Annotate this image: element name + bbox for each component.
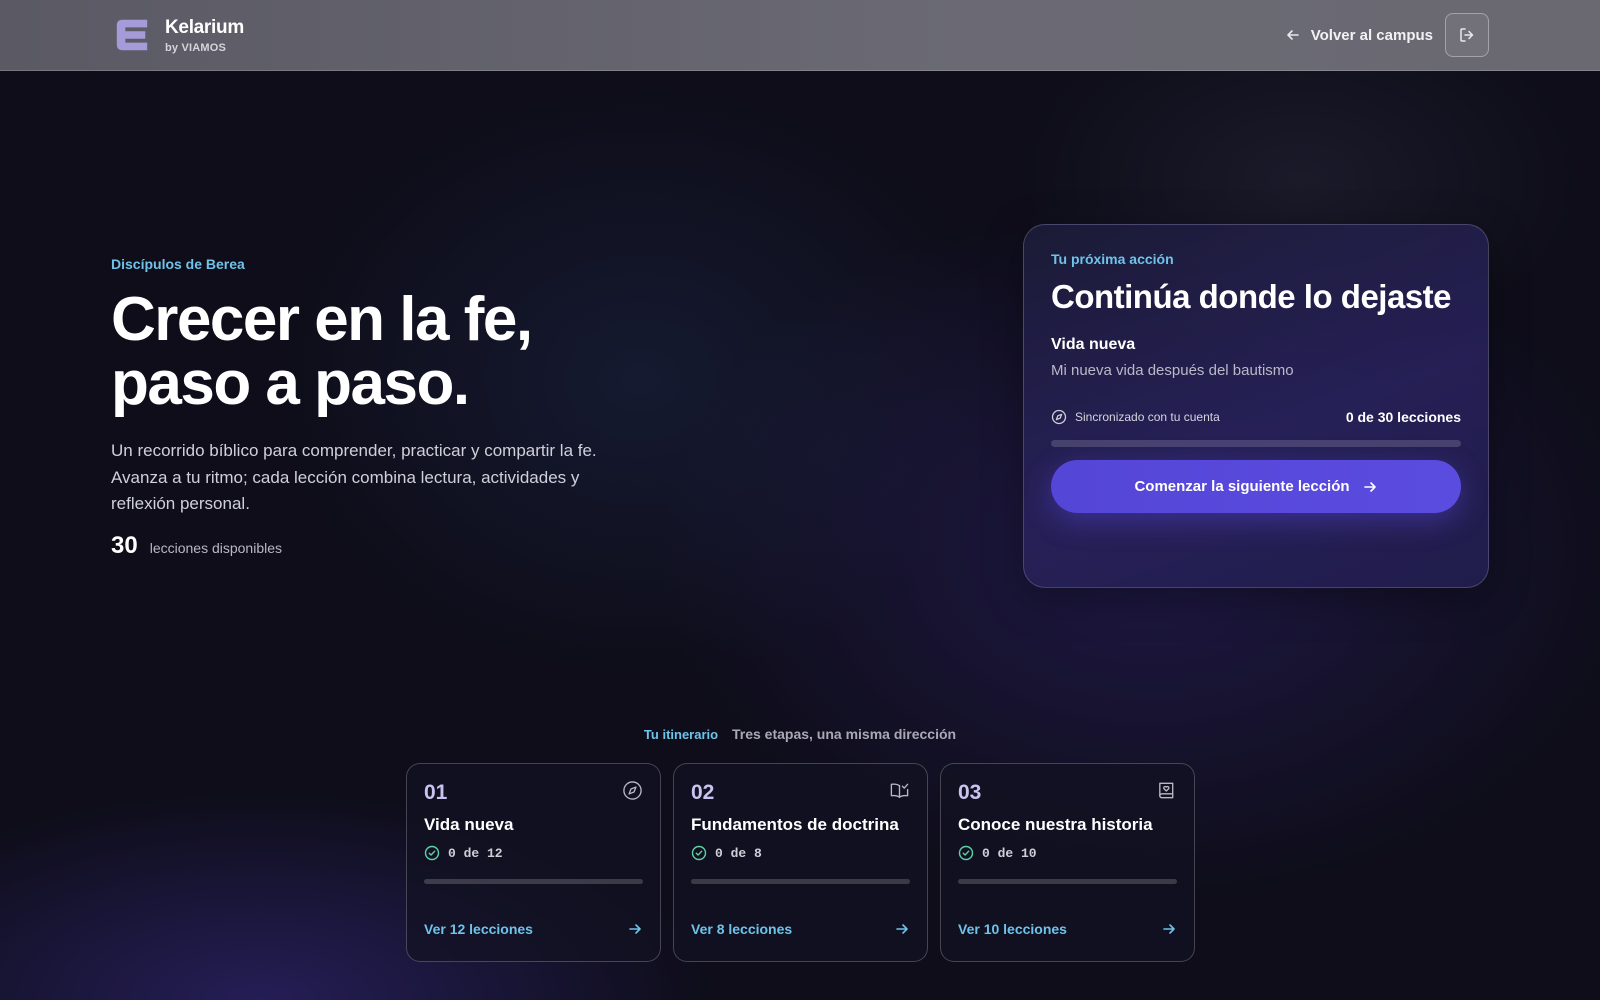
- view-lessons-label: Ver 8 lecciones: [691, 921, 793, 937]
- hero-section: Discípulos de Berea Crecer en la fe, pas…: [111, 256, 671, 560]
- hero-description: Un recorrido bíblico para comprender, pr…: [111, 441, 597, 513]
- check-circle-icon: [424, 845, 440, 861]
- view-lessons-link[interactable]: Ver 8 lecciones: [691, 921, 910, 937]
- overall-progress-bar: [1051, 440, 1461, 447]
- logout-icon: [1460, 28, 1474, 42]
- stage-title: Conoce nuestra historia: [958, 815, 1153, 834]
- back-to-campus-label: Volver al campus: [1310, 26, 1433, 44]
- lessons-label: lecciones disponibles: [149, 539, 283, 556]
- stages-list: 01 Vida nueva 0 de 12 Ver 12 lecciones 0…: [406, 763, 1195, 962]
- view-lessons-label: Ver 10 lecciones: [958, 921, 1067, 937]
- itinerary-label: Tu itinerario: [643, 727, 719, 742]
- compass-icon: [1051, 409, 1067, 425]
- app-name: Kelarium: [165, 16, 244, 38]
- arrow-right-icon: [629, 924, 641, 934]
- back-to-campus-link[interactable]: Volver al campus: [1285, 27, 1433, 44]
- stage-count-label: 0 de 10: [982, 845, 1037, 861]
- sync-label: Sincronizado con tu cuenta: [1075, 410, 1220, 424]
- view-lessons-link[interactable]: Ver 10 lecciones: [958, 921, 1177, 937]
- next-action-eyebrow: Tu próxima acción: [1051, 251, 1174, 267]
- check-circle-icon: [691, 845, 707, 861]
- stage-count-label: 0 de 8: [715, 845, 762, 861]
- stage-title: Vida nueva: [424, 815, 514, 834]
- hero-eyebrow: Discípulos de Berea: [111, 256, 245, 272]
- stage-title: Fundamentos de doctrina: [691, 815, 899, 834]
- stage-count-label: 0 de 12: [448, 845, 503, 861]
- sync-row: Sincronizado con tu cuenta 0 de 30 lecci…: [1051, 409, 1461, 425]
- next-action-card: Tu próxima acción Continúa donde lo deja…: [1023, 224, 1489, 588]
- arrow-right-icon: [1163, 924, 1175, 934]
- arrow-left-icon: [1286, 30, 1299, 40]
- hero-title-line-2: paso a paso.: [111, 349, 470, 418]
- stage-progress-bar: [958, 879, 1177, 884]
- logout-button[interactable]: [1445, 13, 1489, 57]
- stage-count: 0 de 8: [691, 845, 910, 861]
- view-lessons-link[interactable]: Ver 12 lecciones: [424, 921, 643, 937]
- book-check-icon: [890, 783, 909, 798]
- by-line: by VIAMOS: [165, 41, 227, 54]
- arrow-right-icon: [896, 924, 908, 934]
- start-next-lesson-label: Comenzar la siguiente lección: [1134, 478, 1350, 495]
- view-lessons-label: Ver 12 lecciones: [424, 921, 533, 937]
- top-bar: Kelarium by VIAMOS Volver al campus: [0, 0, 1600, 71]
- stage-count: 0 de 10: [958, 845, 1177, 861]
- stage-number: 03: [958, 781, 982, 804]
- itinerary-subtitle: Tres etapas, una misma dirección: [731, 726, 957, 742]
- lessons-stat: 30 lecciones disponibles: [111, 532, 671, 560]
- stage-number: 01: [424, 781, 448, 804]
- check-circle-icon: [958, 845, 974, 861]
- book-heart-icon: [1159, 782, 1174, 799]
- stage-card-vida-nueva[interactable]: 01 Vida nueva 0 de 12 Ver 12 lecciones: [406, 763, 661, 962]
- kelarium-logo: [116, 19, 148, 51]
- lessons-count: 30: [111, 531, 138, 559]
- stage-progress-bar: [424, 879, 643, 884]
- hero-title: Crecer en la fe, paso a paso.: [111, 288, 671, 416]
- arrow-right-icon: [1363, 481, 1376, 492]
- start-next-lesson-button[interactable]: Comenzar la siguiente lección: [1051, 460, 1461, 513]
- stage-number: 02: [691, 781, 715, 804]
- itinerary-heading: Tu itinerario Tres etapas, una misma dir…: [0, 726, 1600, 742]
- course-subtitle: Mi nueva vida después del bautismo: [1051, 362, 1294, 379]
- stage-progress-bar: [691, 879, 910, 884]
- compass-icon: [623, 781, 642, 800]
- course-title: Vida nueva: [1051, 336, 1136, 353]
- stage-card-historia[interactable]: 03 Conoce nuestra historia 0 de 10 Ver 1…: [940, 763, 1195, 962]
- stage-card-fundamentos[interactable]: 02 Fundamentos de doctrina 0 de 8 Ver 8 …: [673, 763, 928, 962]
- hero-title-line-1: Crecer en la fe,: [111, 285, 533, 354]
- progress-label: 0 de 30 lecciones: [1345, 409, 1461, 425]
- stage-count: 0 de 12: [424, 845, 643, 861]
- next-action-title: Continúa donde lo dejaste: [1051, 278, 1452, 315]
- brand[interactable]: Kelarium by VIAMOS: [113, 16, 244, 54]
